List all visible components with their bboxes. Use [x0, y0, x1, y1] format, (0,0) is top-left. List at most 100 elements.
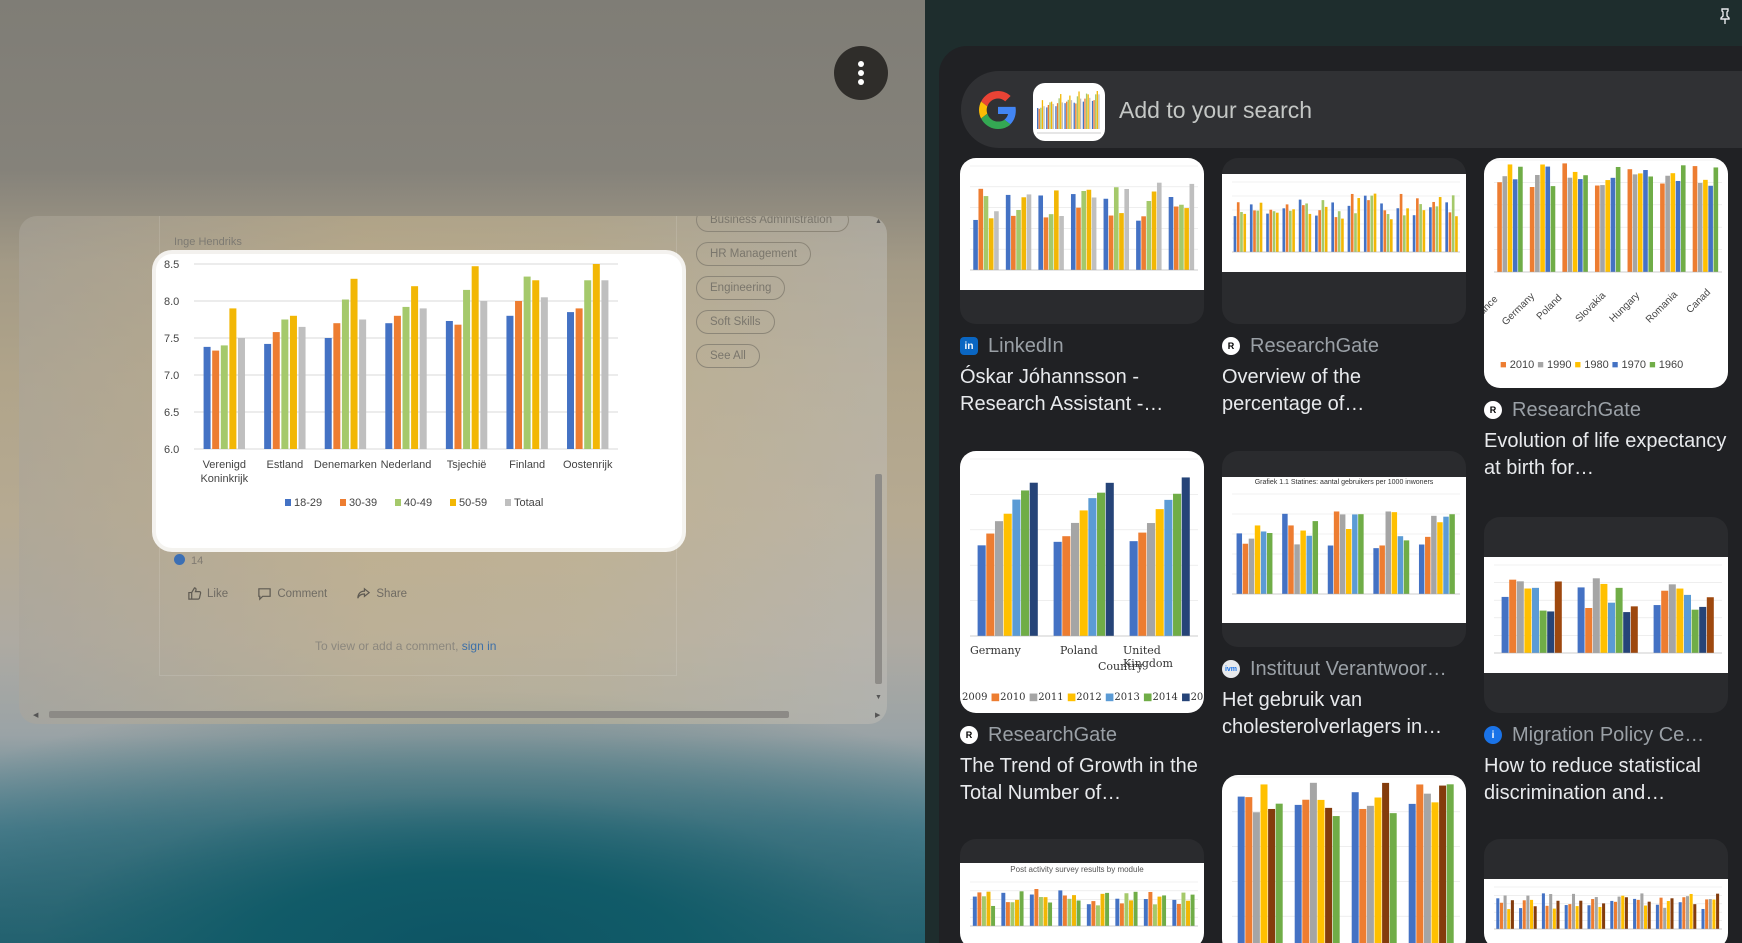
thumb-bar — [1346, 528, 1352, 594]
scroll-up-arrow-icon[interactable]: ▲ — [875, 218, 882, 225]
add-to-search-input[interactable]: Add to your search — [1119, 97, 1312, 124]
thumb-bar — [1624, 897, 1628, 929]
thumb-bar — [1507, 164, 1513, 272]
result-title[interactable]: Overview of the percentage of… — [1222, 364, 1466, 418]
result-card[interactable]: Post activity survey results by module — [960, 839, 1204, 943]
bar-18-29 — [203, 346, 211, 449]
query-thumb-bar — [1041, 100, 1044, 129]
scroll-down-arrow-icon[interactable]: ▼ — [875, 694, 882, 701]
thumb-bar — [1689, 893, 1693, 929]
result-title[interactable]: The Trend of Growth in the Total Number … — [960, 753, 1204, 807]
thumb-bar — [1332, 816, 1340, 943]
reaction-summary[interactable]: 14 — [174, 554, 203, 567]
reaction-count: 14 — [191, 555, 204, 567]
thumb-bar — [1119, 213, 1124, 270]
result-title[interactable]: How to reduce statistical discrimination… — [1484, 753, 1728, 807]
more-options-button[interactable] — [834, 46, 888, 100]
thumb-bar — [1568, 904, 1572, 929]
query-thumb-bar — [1076, 96, 1079, 129]
selected-chart-region[interactable]: 6.0 6.5 7.0 7.5 8.0 8.5 Verenigd Koninkrijk Estl… — [156, 254, 682, 548]
query-thumb-bar — [1056, 103, 1059, 129]
thumb-bar — [1029, 894, 1034, 926]
result-source: R ResearchGate — [1484, 398, 1728, 422]
thumb-bar — [1256, 210, 1260, 252]
thumb-bar — [1079, 510, 1088, 636]
result-thumbnail: Germany Poland United Kingdom Country 20… — [960, 451, 1204, 713]
thumb-bar — [1366, 805, 1374, 943]
thumb-bar — [1076, 207, 1081, 270]
thumb-bar — [1423, 793, 1431, 943]
query-thumb-bar — [1078, 91, 1080, 129]
thumb-bar — [1105, 892, 1110, 926]
query-thumb-bar — [1058, 98, 1060, 129]
result-source-name: ResearchGate — [1512, 398, 1641, 421]
lens-search-bar[interactable]: Add to your search — [961, 71, 1742, 148]
thumb-bar — [1529, 187, 1535, 272]
thumb-bar — [973, 219, 978, 270]
result-card[interactable]: Germany Poland United Kingdom Country 20… — [960, 451, 1204, 807]
horizontal-scrollbar[interactable]: ◀ ▶ — [33, 709, 883, 719]
thumb-bar — [1716, 893, 1720, 929]
result-title[interactable]: Evolution of life expectancy at birth fo… — [1484, 428, 1728, 482]
vertical-scrollbar[interactable]: ▲ ▼ — [873, 216, 883, 706]
thumb-bar — [1038, 195, 1044, 270]
result-card[interactable]: ance Germany Poland Slovakia Hungary Rom… — [1484, 158, 1728, 482]
result-thumbnail — [1222, 775, 1466, 943]
result-card[interactable]: Grafiek 1.1 Statines: aantal gebruikers … — [1222, 451, 1466, 741]
skill-soft-skills[interactable]: Soft Skills — [696, 310, 775, 334]
share-label: Share — [376, 587, 408, 600]
horizontal-scroll-thumb[interactable] — [49, 711, 789, 718]
legend-label: Totaal — [514, 497, 543, 509]
bar-30-39 — [272, 332, 280, 449]
scroll-left-arrow-icon[interactable]: ◀ — [33, 711, 38, 719]
result-source: in LinkedIn — [960, 334, 1204, 358]
bar-Totaal — [359, 319, 367, 449]
legend-label: 50-59 — [459, 497, 487, 509]
query-thumb-bar — [1079, 98, 1082, 129]
bar-30-39 — [333, 323, 341, 449]
thumb-bar — [1146, 523, 1156, 636]
thumb-bar — [1124, 893, 1129, 926]
result-card[interactable] — [1222, 775, 1466, 943]
thumb-bar — [1021, 197, 1027, 270]
thumb-bar — [1292, 209, 1295, 252]
query-thumb-bar — [1064, 103, 1066, 129]
post-author[interactable]: Inge Hendriks — [174, 236, 242, 248]
skill-hr-management[interactable]: HR Management — [696, 242, 811, 266]
thumb-bar — [1437, 522, 1443, 594]
thumb-bar — [1133, 891, 1138, 926]
thumb-bar — [1518, 166, 1523, 272]
share-button[interactable]: Share — [356, 586, 407, 601]
result-card[interactable]: i Migration Policy Ce… How to reduce sta… — [1484, 517, 1728, 807]
bar-Totaal — [540, 297, 548, 449]
pin-icon[interactable] — [1716, 7, 1734, 25]
vertical-scroll-thumb[interactable] — [875, 474, 882, 684]
thumb-bar — [1682, 897, 1686, 929]
bar-50-59 — [532, 280, 540, 449]
thumb-bar — [1532, 587, 1539, 653]
like-button[interactable]: Like — [187, 586, 228, 601]
result-title[interactable]: Óskar Jóhannsson - Research Assistant -… — [960, 364, 1204, 418]
bar-30-39 — [393, 315, 401, 449]
result-card[interactable] — [1484, 839, 1728, 943]
x-tick-label: Verenigd — [203, 459, 246, 471]
thumb-bar — [1275, 803, 1283, 943]
result-title[interactable]: Het gebruik van cholesterolverlagers in… — [1222, 687, 1466, 741]
see-all-skills-link[interactable]: See All — [696, 344, 760, 368]
query-thumb-bar — [1089, 97, 1091, 129]
thumb-bar — [1354, 213, 1357, 252]
thumb-bar — [1600, 185, 1605, 272]
comment-button[interactable]: Comment — [257, 586, 327, 601]
query-image-thumbnail[interactable] — [1033, 83, 1105, 141]
thumb-bar — [1048, 214, 1054, 270]
result-card[interactable]: in LinkedIn Óskar Jóhannsson - Research … — [960, 158, 1204, 418]
thumb-bar — [1451, 195, 1455, 252]
skill-business-administration[interactable]: Business Administration — [696, 216, 850, 232]
result-card[interactable]: R ResearchGate Overview of the percentag… — [1222, 158, 1466, 418]
thumb-bar — [1294, 804, 1302, 943]
thumb-bar — [1554, 581, 1562, 653]
scroll-right-arrow-icon[interactable]: ▶ — [875, 711, 880, 719]
thumb-bar — [991, 905, 996, 926]
sign-in-link[interactable]: sign in — [462, 639, 497, 653]
skill-engineering[interactable]: Engineering — [696, 276, 786, 300]
